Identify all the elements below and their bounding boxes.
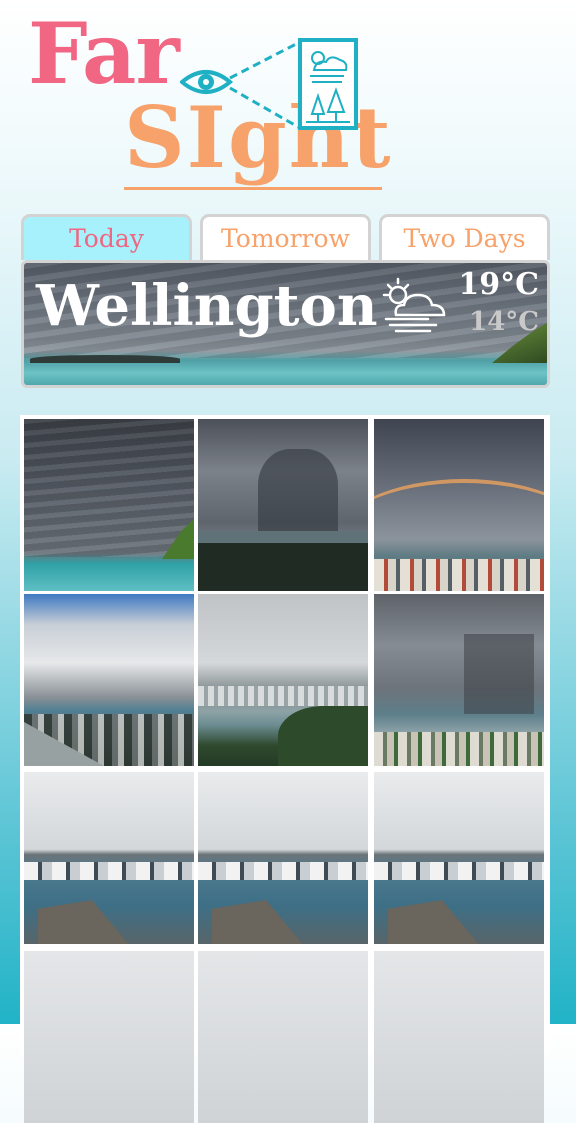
gallery-photo[interactable] bbox=[24, 772, 194, 944]
gallery-photo[interactable] bbox=[374, 594, 544, 766]
weather-card[interactable]: Wellington 19°C 14°C bbox=[21, 260, 550, 388]
photo-gallery bbox=[20, 415, 550, 1123]
fog-partly-cloudy-icon bbox=[382, 277, 446, 333]
gallery-photo[interactable] bbox=[198, 594, 368, 766]
forecast-day-tabs: Today Tomorrow Two Days bbox=[21, 214, 551, 262]
temperature-high: 19°C bbox=[458, 267, 539, 302]
card-background-island bbox=[30, 355, 180, 363]
gallery-photo[interactable] bbox=[24, 951, 194, 1123]
gallery-photo[interactable] bbox=[24, 594, 194, 766]
logo-underline bbox=[124, 187, 382, 190]
logo-far-text: Far bbox=[28, 4, 180, 103]
gallery-photo[interactable] bbox=[374, 419, 544, 591]
logo-graphic bbox=[180, 38, 358, 130]
gallery-photo[interactable] bbox=[24, 419, 194, 591]
tab-two-days[interactable]: Two Days bbox=[379, 214, 550, 260]
tab-today[interactable]: Today bbox=[21, 214, 192, 260]
temperature-low: 14°C bbox=[469, 307, 539, 337]
gallery-photo[interactable] bbox=[374, 772, 544, 944]
gallery-photo[interactable] bbox=[198, 951, 368, 1123]
gallery-photo[interactable] bbox=[198, 772, 368, 944]
city-name: Wellington bbox=[36, 273, 378, 339]
gallery-photo[interactable] bbox=[198, 419, 368, 591]
weather-forest-icon bbox=[298, 38, 358, 130]
gallery-photo[interactable] bbox=[374, 951, 544, 1123]
tab-tomorrow[interactable]: Tomorrow bbox=[200, 214, 371, 260]
app-logo: Far SIght bbox=[0, 0, 576, 205]
eye-icon bbox=[180, 70, 234, 94]
